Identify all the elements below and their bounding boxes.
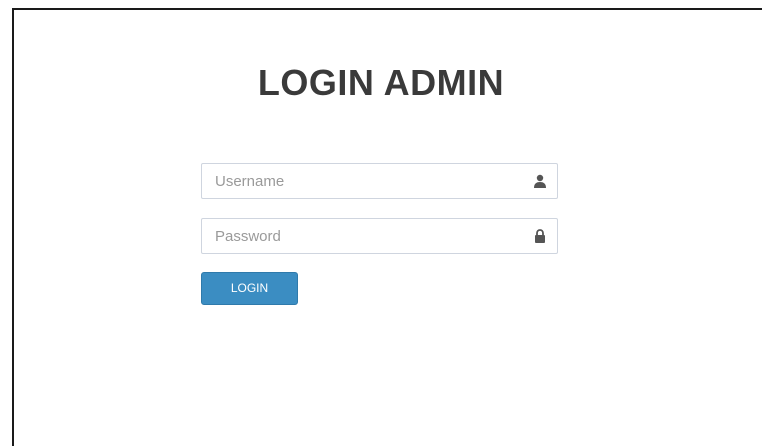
login-page: LOGIN ADMIN LOGIN [0,0,762,446]
login-button[interactable]: LOGIN [201,272,298,305]
password-input[interactable] [202,219,522,253]
password-field[interactable] [201,218,558,254]
username-field[interactable] [201,163,558,199]
user-icon [533,174,547,188]
lock-icon [533,229,547,243]
frame-border-top [12,8,762,10]
page-title: LOGIN ADMIN [257,62,505,103]
username-input[interactable] [202,164,522,198]
